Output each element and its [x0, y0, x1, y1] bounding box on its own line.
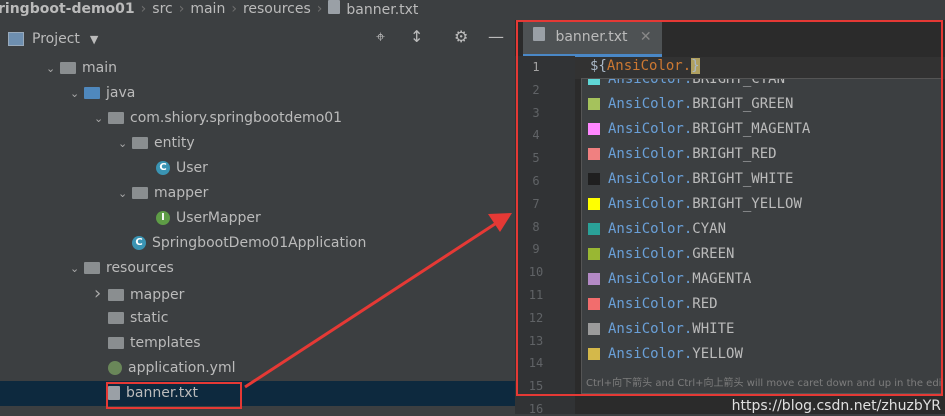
annotation-arrow	[244, 213, 512, 389]
watermark: https://blog.csdn.net/zhuzbYR	[731, 398, 941, 414]
